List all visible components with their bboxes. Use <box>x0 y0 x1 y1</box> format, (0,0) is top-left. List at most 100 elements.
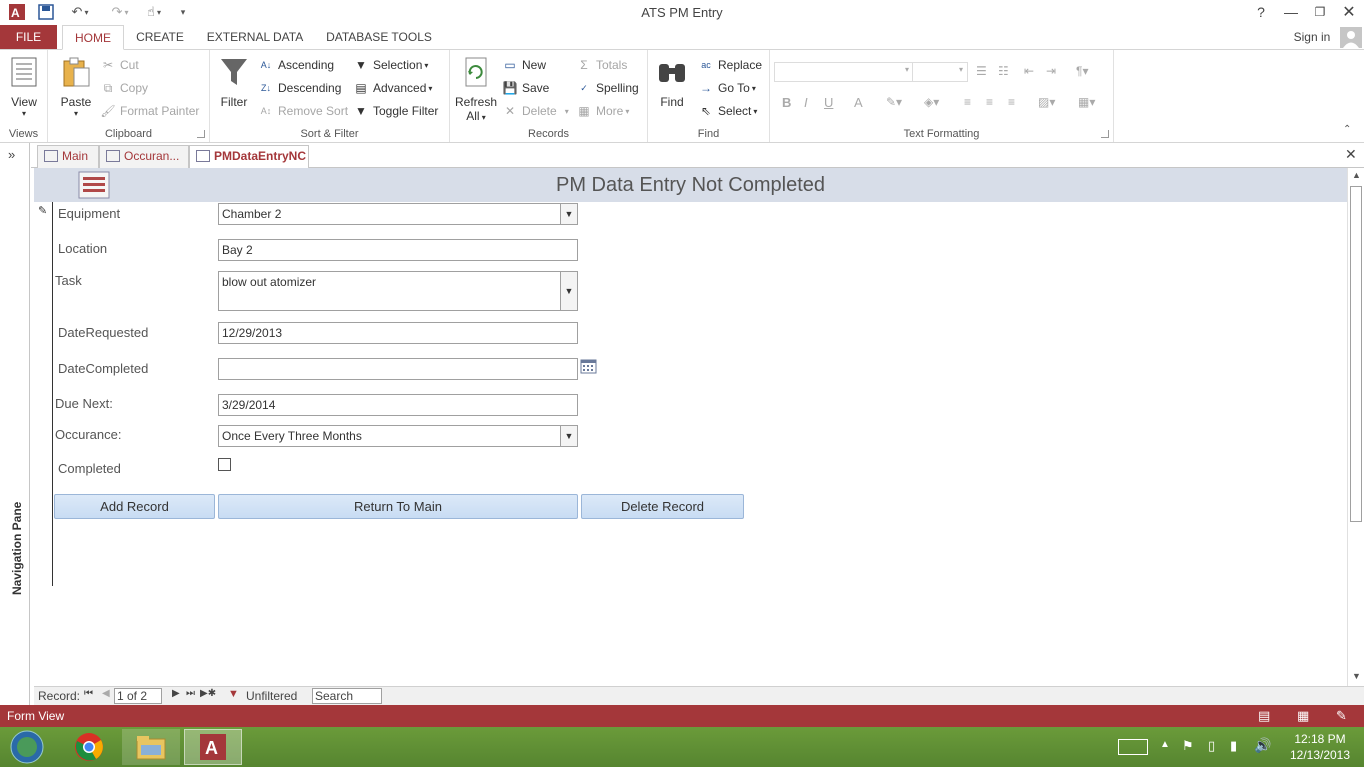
task-combobox[interactable]: blow out atomizer ▼ <box>218 271 578 311</box>
access-taskbar-icon[interactable]: A <box>184 729 242 765</box>
chrome-icon[interactable] <box>60 729 118 765</box>
totals-button[interactable]: Σ Totals <box>576 55 627 75</box>
form-view-icon[interactable]: ▤ <box>1258 708 1270 724</box>
restore-icon[interactable]: ❐ <box>1307 2 1333 22</box>
add-record-button[interactable]: Add Record <box>54 494 215 519</box>
scroll-down-icon[interactable]: ▼ <box>1352 671 1361 681</box>
paste-button[interactable]: Paste ▾ <box>56 56 96 118</box>
equipment-combobox[interactable]: Chamber 2 ▼ <box>218 203 578 225</box>
remove-sort-button[interactable]: A↕ Remove Sort <box>258 101 348 121</box>
alternate-row-color-icon[interactable]: ▨▾ <box>1038 95 1055 109</box>
view-button[interactable]: View ▾ <box>4 56 44 118</box>
clock-date[interactable]: 12/13/2013 <box>1280 748 1360 762</box>
minimize-icon[interactable]: — <box>1278 2 1304 22</box>
more-button[interactable]: ▦ More ▾ <box>576 101 629 121</box>
expand-nav-icon[interactable]: » <box>8 147 15 162</box>
cut-button[interactable]: ✂ Cut <box>100 55 139 75</box>
dialog-launcher-icon[interactable] <box>1101 130 1109 138</box>
descending-button[interactable]: Z↓ Descending <box>258 78 341 98</box>
increase-indent-icon[interactable]: ⇥ <box>1046 64 1056 78</box>
design-view-icon[interactable]: ✎ <box>1336 708 1347 724</box>
occurance-combobox[interactable]: Once Every Three Months ▼ <box>218 425 578 447</box>
tab-database-tools[interactable]: DATABASE TOOLS <box>322 25 436 50</box>
close-tab-icon[interactable]: ✕ <box>1345 146 1357 163</box>
refresh-all-button[interactable]: Refresh All ▾ <box>454 56 498 123</box>
decrease-indent-icon[interactable]: ⇤ <box>1024 64 1034 78</box>
network-icon[interactable]: ▮ <box>1230 738 1237 754</box>
new-blank-record-icon[interactable]: ▶✱ <box>200 688 216 699</box>
avatar[interactable] <box>1340 27 1362 48</box>
font-size-dropdown[interactable]: ▾ <box>912 62 968 82</box>
align-right-icon[interactable]: ≡ <box>1008 95 1015 109</box>
record-selector[interactable]: ✎ <box>34 202 53 586</box>
volume-icon[interactable]: 🔊 <box>1254 737 1271 754</box>
completed-checkbox[interactable] <box>218 458 231 471</box>
filter-status[interactable]: Unfiltered <box>246 689 297 703</box>
doc-tab-occurance[interactable]: Occuran... <box>99 145 189 168</box>
doc-tab-main[interactable]: Main <box>37 145 99 168</box>
next-record-icon[interactable]: ▶ <box>172 688 180 699</box>
gridlines-icon[interactable]: ▦▾ <box>1078 95 1095 109</box>
location-field[interactable]: Bay 2 <box>218 239 578 261</box>
ascending-button[interactable]: A↓ Ascending <box>258 55 334 75</box>
save-record-button[interactable]: 💾 Save <box>502 78 550 98</box>
italic-button[interactable]: I <box>804 95 808 110</box>
tab-external-data[interactable]: EXTERNAL DATA <box>202 25 308 50</box>
navigation-pane[interactable]: » Navigation Pane <box>0 143 30 705</box>
record-position-field[interactable]: 1 of 2 <box>114 688 162 704</box>
tab-home[interactable]: HOME <box>62 25 124 50</box>
highlight-icon[interactable]: ✎▾ <box>886 95 902 109</box>
due-next-field[interactable]: 3/29/2014 <box>218 394 578 416</box>
delete-record-ribbon-button[interactable]: ✕ Delete ▾ <box>502 101 569 121</box>
sign-in-link[interactable]: Sign in <box>1290 25 1334 50</box>
font-name-dropdown[interactable]: ▾ <box>774 62 914 82</box>
file-explorer-icon[interactable] <box>122 729 180 765</box>
doc-tab-pmdataentrync[interactable]: PMDataEntryNC <box>189 145 309 169</box>
goto-button[interactable]: → Go To ▾ <box>698 78 756 98</box>
filter-off-icon[interactable]: ▼ <box>228 688 239 700</box>
scroll-thumb[interactable] <box>1350 186 1362 522</box>
bullets-icon[interactable]: ☰ <box>976 64 987 78</box>
return-to-main-button[interactable]: Return To Main <box>218 494 578 519</box>
date-completed-field[interactable] <box>218 358 578 380</box>
last-record-icon[interactable]: ⏭ <box>186 688 195 699</box>
navigation-pane-label[interactable]: Navigation Pane <box>10 502 24 595</box>
copy-button[interactable]: ⧉ Copy <box>100 78 148 98</box>
show-hidden-icons[interactable]: ▲ <box>1160 739 1170 750</box>
format-painter-button[interactable]: 🖌 Format Painter <box>100 101 199 121</box>
start-button[interactable] <box>0 729 54 765</box>
chevron-down-icon[interactable]: ▼ <box>560 204 577 224</box>
delete-record-button[interactable]: Delete Record <box>581 494 744 519</box>
layout-view-icon[interactable]: ▦ <box>1297 708 1309 724</box>
vertical-scrollbar[interactable]: ▲ ▼ <box>1347 168 1364 686</box>
calendar-icon[interactable] <box>580 359 597 374</box>
action-center-icon[interactable]: ⚑ <box>1182 738 1194 754</box>
keyboard-icon[interactable] <box>1118 739 1148 755</box>
replace-button[interactable]: ac Replace <box>698 55 762 75</box>
advanced-button[interactable]: ▤ Advanced ▾ <box>353 78 432 98</box>
battery-icon[interactable]: ▯ <box>1208 738 1215 754</box>
new-record-button[interactable]: ▭ New <box>502 55 546 75</box>
chevron-down-icon[interactable]: ▼ <box>560 426 577 446</box>
align-left-icon[interactable]: ≡ <box>964 95 971 109</box>
selection-button[interactable]: ▼ Selection ▾ <box>353 55 428 75</box>
bold-button[interactable]: B <box>782 95 791 110</box>
paragraph-icon[interactable]: ¶▾ <box>1076 64 1088 78</box>
date-requested-field[interactable]: 12/29/2013 <box>218 322 578 344</box>
clock-time[interactable]: 12:18 PM <box>1280 732 1360 746</box>
dialog-launcher-icon[interactable] <box>197 130 205 138</box>
underline-button[interactable]: U <box>824 95 833 110</box>
search-input[interactable]: Search <box>312 688 382 704</box>
align-center-icon[interactable]: ≡ <box>986 95 993 109</box>
help-button[interactable]: ? <box>1248 2 1274 22</box>
toggle-filter-button[interactable]: ▼ Toggle Filter <box>353 101 438 121</box>
previous-record-icon[interactable]: ◀ <box>102 688 110 699</box>
collapse-ribbon-icon[interactable]: ⌃ <box>1343 124 1351 135</box>
find-button[interactable]: Find <box>654 56 690 109</box>
numbering-icon[interactable]: ☷ <box>998 64 1009 78</box>
tab-create[interactable]: CREATE <box>132 25 188 50</box>
first-record-icon[interactable]: ⏮ <box>84 688 93 699</box>
spelling-button[interactable]: ✓ Spelling <box>576 78 638 98</box>
select-button[interactable]: ⇖ Select ▾ <box>698 101 757 121</box>
scroll-up-icon[interactable]: ▲ <box>1352 170 1361 180</box>
